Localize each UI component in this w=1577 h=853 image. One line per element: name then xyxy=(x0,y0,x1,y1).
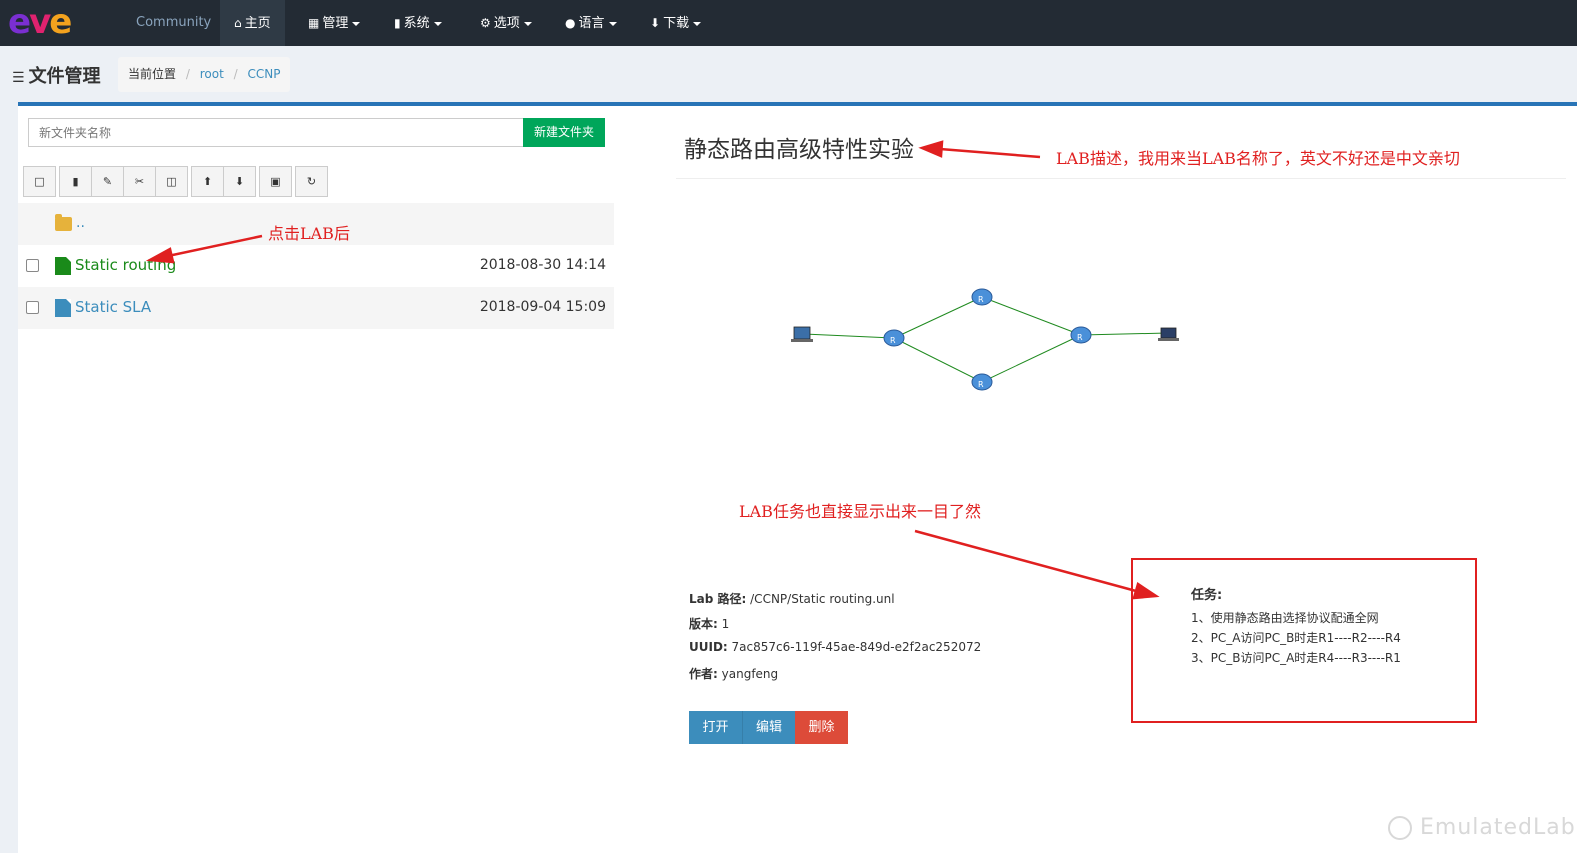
annotation-arrows xyxy=(145,140,1160,600)
annotation-click-lab: 点击LAB后 xyxy=(268,224,350,243)
annotation-lab-task: LAB任务也直接显示出来一目了然 xyxy=(739,502,981,521)
watermark-logo-icon xyxy=(1388,816,1412,840)
annotation-lab-desc: LAB描述，我用来当LAB名称了，英文不好还是中文亲切 xyxy=(1056,149,1460,168)
watermark-text: EmulatedLab xyxy=(1420,815,1576,840)
watermark: EmulatedLab xyxy=(1388,815,1576,840)
